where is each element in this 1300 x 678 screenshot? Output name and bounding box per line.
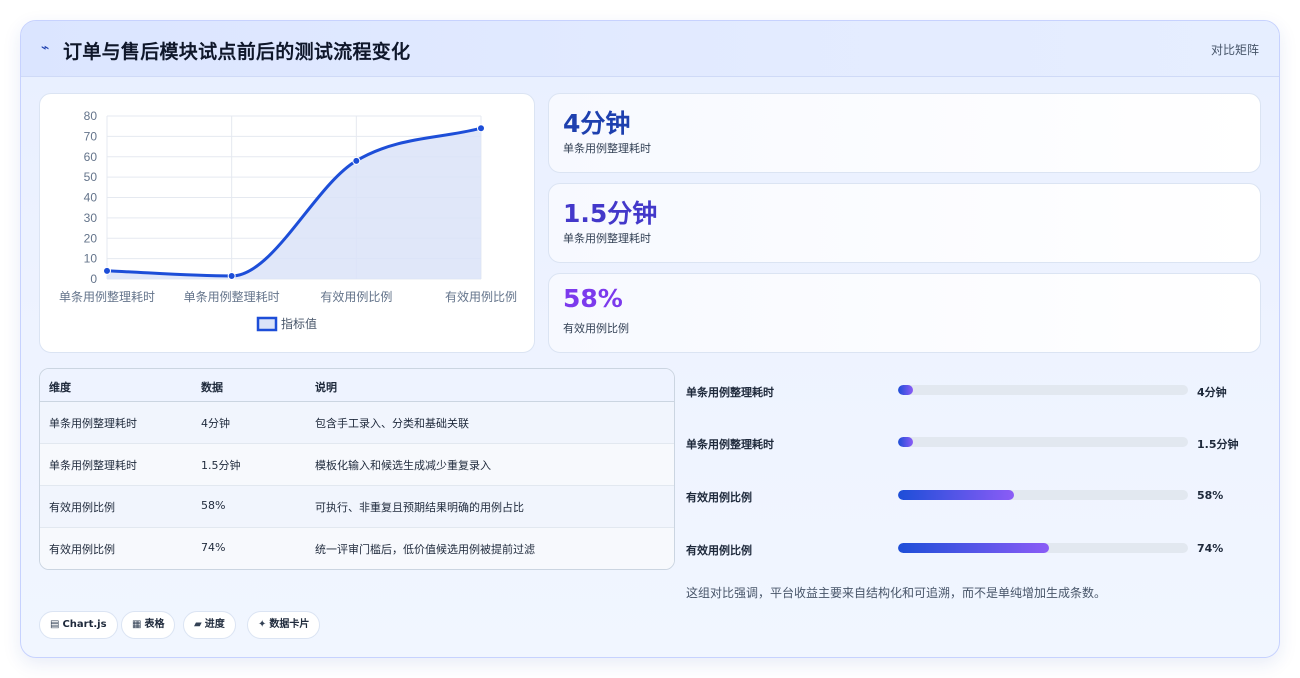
- stat-value: 58%: [563, 284, 623, 313]
- stat-label: 单条用例整理耗时: [563, 232, 651, 245]
- cell-description: 统一评审门槛后，低价值候选用例被提前过滤: [315, 543, 535, 556]
- comparison-panel: ⌁ 订单与售后模块试点前后的测试流程变化 对比矩阵 0 10 20 30 40 50 60 7…: [20, 20, 1280, 658]
- legend-swatch: [256, 316, 278, 332]
- column-header-description: 说明: [315, 381, 337, 394]
- badge-data-card[interactable]: ✦ 数据卡片: [247, 611, 321, 639]
- y-tick-label: 0: [90, 272, 97, 286]
- progress-fill: [898, 490, 1014, 500]
- page-title: 订单与售后模块试点前后的测试流程变化: [63, 41, 411, 63]
- table-row: 单条用例整理耗时 4分钟 包含手工录入、分类和基础关联: [40, 402, 674, 444]
- progress-label: 单条用例整理耗时: [686, 386, 774, 399]
- stat-card: 58% 有效用例比例: [548, 273, 1261, 353]
- table-header: 维度 数据 说明: [40, 369, 674, 402]
- stat-value: 1.5分钟: [563, 199, 658, 228]
- view-toggle-button[interactable]: 对比矩阵: [1211, 41, 1259, 58]
- progress-label: 有效用例比例: [686, 491, 752, 504]
- badge-label: 进度: [204, 619, 225, 630]
- line-chart-card: 0 10 20 30 40 50 60 70 80 单条用例整理耗时 单条用例整理耗时 有效用例比例 有…: [39, 93, 535, 353]
- progress-fill: [898, 437, 913, 447]
- stat-label: 有效用例比例: [563, 322, 629, 335]
- x-tick-label: 有效用例比例: [445, 289, 517, 304]
- y-tick-label: 30: [84, 211, 98, 225]
- panel-header: ⌁ 订单与售后模块试点前后的测试流程变化 对比矩阵: [21, 21, 1279, 77]
- table-icon: ▦: [132, 619, 142, 630]
- chart-icon: ▤: [50, 619, 60, 630]
- table-row: 有效用例比例 74% 统一评审门槛后，低价值候选用例被提前过滤: [40, 528, 674, 569]
- cell-dimension: 有效用例比例: [49, 501, 115, 514]
- x-tick-label: 有效用例比例: [320, 289, 392, 304]
- cell-description: 模板化输入和候选生成减少重复录入: [315, 459, 491, 472]
- progress-value: 4分钟: [1197, 386, 1227, 399]
- y-tick-label: 10: [84, 252, 98, 266]
- stat-card: 4分钟 单条用例整理耗时: [548, 93, 1261, 173]
- progress-row: 单条用例整理耗时 1.5分钟: [686, 433, 1261, 453]
- progress-value: 74%: [1197, 542, 1224, 555]
- area-fill: [107, 128, 481, 279]
- data-table: 维度 数据 说明 单条用例整理耗时 4分钟 包含手工录入、分类和基础关联 单条用…: [39, 368, 675, 570]
- badge-table[interactable]: ▦ 表格: [121, 611, 176, 639]
- y-tick-label: 70: [84, 129, 98, 143]
- badge-chartjs[interactable]: ▤ Chart.js: [39, 611, 118, 639]
- cell-description: 可执行、非重复且预期结果明确的用例占比: [315, 501, 524, 514]
- progress-track: [898, 490, 1188, 500]
- cell-dimension: 有效用例比例: [49, 543, 115, 556]
- x-tick-label: 单条用例整理耗时: [184, 289, 280, 304]
- progress-icon: ▰: [194, 619, 202, 630]
- table-row: 单条用例整理耗时 1.5分钟 模板化输入和候选生成减少重复录入: [40, 444, 674, 486]
- data-point: [103, 266, 111, 275]
- stat-value: 4分钟: [563, 109, 631, 138]
- progress-fill: [898, 543, 1049, 553]
- progress-label: 有效用例比例: [686, 544, 752, 557]
- y-tick-label: 80: [84, 109, 98, 123]
- stat-label: 单条用例整理耗时: [563, 142, 651, 155]
- progress-track: [898, 385, 1188, 395]
- badge-label: 数据卡片: [269, 619, 310, 630]
- cell-dimension: 单条用例整理耗时: [49, 417, 137, 430]
- data-point: [227, 271, 236, 280]
- column-header-dimension: 维度: [49, 381, 71, 394]
- column-header-value: 数据: [201, 381, 223, 394]
- footnote: 这组对比强调，平台收益主要来自结构化和可追溯，而不是单纯增加生成条数。: [686, 586, 1107, 600]
- legend-label: 指标值: [281, 316, 317, 331]
- progress-track: [898, 543, 1188, 553]
- progress-row: 单条用例整理耗时 4分钟: [686, 381, 1261, 401]
- data-point: [352, 156, 361, 165]
- progress-fill: [898, 385, 913, 395]
- table-row: 有效用例比例 58% 可执行、非重复且预期结果明确的用例占比: [40, 486, 674, 528]
- badge-progress[interactable]: ▰ 进度: [183, 611, 236, 639]
- line-chart: 0 10 20 30 40 50 60 70 80 单条用例整理耗时 单条用例整理耗时 有效用例比例 有…: [59, 109, 517, 332]
- cell-value: 58%: [201, 499, 226, 512]
- progress-track: [898, 437, 1188, 447]
- badge-label: Chart.js: [62, 619, 107, 630]
- y-tick-label: 20: [84, 231, 98, 245]
- cell-value: 1.5分钟: [201, 459, 241, 472]
- x-tick-label: 单条用例整理耗时: [59, 289, 155, 304]
- lightning-icon: ⌁: [41, 40, 50, 56]
- progress-row: 有效用例比例 74%: [686, 539, 1261, 559]
- badge-label: 表格: [144, 619, 165, 630]
- cell-value: 4分钟: [201, 417, 230, 430]
- stat-card: 1.5分钟 单条用例整理耗时: [548, 183, 1261, 263]
- cell-value: 74%: [201, 541, 226, 554]
- progress-label: 单条用例整理耗时: [686, 438, 774, 451]
- progress-row: 有效用例比例 58%: [686, 486, 1261, 506]
- cell-dimension: 单条用例整理耗时: [49, 459, 137, 472]
- progress-value: 1.5分钟: [1197, 438, 1239, 451]
- sparkle-icon: ✦: [258, 619, 267, 630]
- data-point: [477, 124, 485, 133]
- y-tick-label: 40: [84, 191, 98, 205]
- cell-description: 包含手工录入、分类和基础关联: [315, 417, 469, 430]
- progress-value: 58%: [1197, 489, 1224, 502]
- y-tick-label: 60: [84, 150, 98, 164]
- y-tick-label: 50: [84, 170, 98, 184]
